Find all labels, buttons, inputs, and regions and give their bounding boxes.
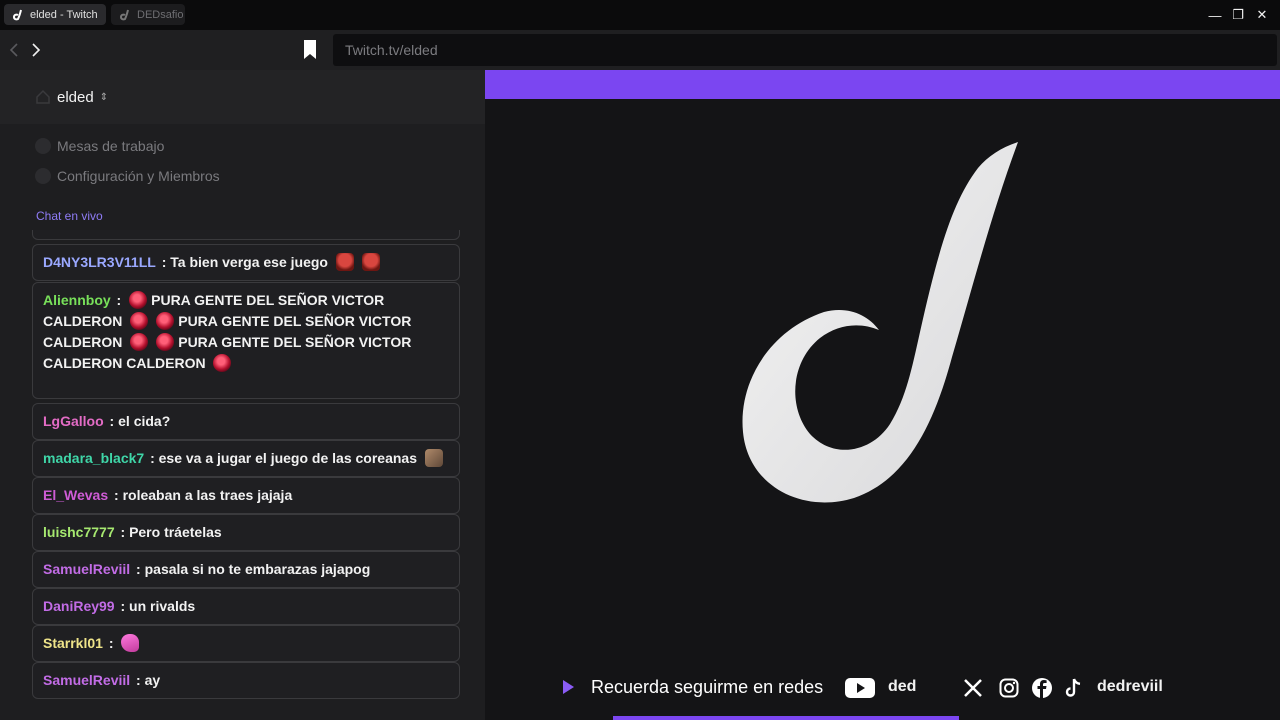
- tab-dedsafio[interactable]: DEDsafio: [111, 4, 185, 25]
- chat-message[interactable]: Starrkl01 :: [32, 625, 460, 662]
- footer-text: Recuerda seguirme en redes: [591, 677, 824, 697]
- navigation-bar: Twitch.tv/elded: [0, 30, 1280, 70]
- chat-text: ay: [144, 672, 161, 688]
- ded-logo-icon: [119, 9, 129, 20]
- image-emote-icon: [424, 449, 443, 467]
- chat-message[interactable]: SamuelReviil : pasala si no te embarazas…: [32, 551, 460, 588]
- restore-icon: ❐: [1232, 7, 1244, 22]
- sidebar: elded ⇕ Mesas de trabajo Configuración y…: [0, 70, 485, 720]
- title-bar: elded - Twitch DEDsafio — ❐ ✕: [0, 0, 1280, 30]
- menu-item-configuracion[interactable]: Configuración y Miembros: [35, 168, 220, 184]
- table-icon: [35, 138, 51, 154]
- chat-message[interactable]: SamuelReviil : ay: [32, 662, 460, 699]
- pink-emote-icon: [121, 634, 140, 652]
- play-icon: [563, 680, 574, 694]
- chat-text: pasala si no te embarazas jajapog: [144, 561, 371, 577]
- emote-icon: [361, 253, 380, 271]
- forward-button[interactable]: [26, 40, 46, 60]
- menu-item-label: Configuración y Miembros: [57, 168, 220, 184]
- menu-item-mesas[interactable]: Mesas de trabajo: [35, 138, 164, 154]
- chat-text: ese va a jugar el juego de las coreanas: [158, 450, 417, 466]
- stream-footer: Recuerda seguirme en redes ded dedreviil: [485, 670, 1280, 704]
- menu-item-label: Mesas de trabajo: [57, 138, 165, 154]
- gem-emote-icon: [130, 333, 149, 351]
- tab-label: DEDsafio: [137, 8, 184, 21]
- chat-list[interactable]: D4NY3LR3V11LL : Ta bien verga ese juego …: [32, 230, 460, 720]
- url-text: Twitch.tv/elded: [345, 42, 438, 58]
- workspace-switcher[interactable]: elded ⇕: [0, 70, 485, 124]
- gem-emote-icon: [156, 333, 175, 351]
- stream-top-bar: [485, 70, 1280, 99]
- chat-text: un rivalds: [129, 598, 196, 614]
- gem-emote-icon: [129, 291, 148, 309]
- chat-text: el cida?: [118, 413, 171, 429]
- minimize-icon: —: [1208, 7, 1222, 23]
- chat-text: roleaban a las traes jajaja: [122, 487, 293, 503]
- chat-username[interactable]: DaniRey99: [43, 598, 115, 614]
- workspace-name: elded: [57, 88, 94, 106]
- chat-text: CALDERON: [126, 355, 206, 371]
- stream-video[interactable]: Recuerda seguirme en redes ded dedreviil: [485, 70, 1280, 720]
- chat-message[interactable]: LgGalloo : el cida?: [32, 403, 460, 440]
- instagram-icon: [999, 678, 1019, 698]
- chat-message[interactable]: madara_black7 : ese va a jugar el juego …: [32, 440, 460, 477]
- chat-username[interactable]: El_Wevas: [43, 487, 108, 503]
- tab-label: elded - Twitch: [30, 8, 98, 21]
- chat-username[interactable]: madara_black7: [43, 450, 144, 466]
- chat-text: Pero tráetelas: [129, 524, 222, 540]
- chat-message[interactable]: D4NY3LR3V11LL : Ta bien verga ese juego: [32, 244, 460, 281]
- list-item: [32, 230, 460, 240]
- home-icon: [36, 89, 50, 104]
- chat-username[interactable]: SamuelReviil: [43, 561, 130, 577]
- address-bar[interactable]: Twitch.tv/elded: [333, 34, 1277, 66]
- facebook-icon: [1032, 678, 1052, 698]
- chat-message[interactable]: luishc7777 : Pero tráetelas: [32, 514, 460, 551]
- ded-logo-icon: [12, 9, 22, 20]
- stream-progress-bar: [613, 716, 959, 720]
- chat-username[interactable]: D4NY3LR3V11LL: [43, 254, 156, 270]
- tiktok-icon: [1065, 678, 1083, 698]
- chat-username[interactable]: LgGalloo: [43, 413, 104, 429]
- chat-username[interactable]: Aliennboy: [43, 292, 111, 308]
- emote-icon: [335, 253, 354, 271]
- minimize-button[interactable]: —: [1204, 4, 1226, 26]
- chevron-left-icon: [9, 43, 18, 57]
- restore-button[interactable]: ❐: [1227, 4, 1249, 26]
- tab-elded-twitch[interactable]: elded - Twitch: [4, 4, 106, 25]
- chevron-right-icon: [32, 43, 41, 57]
- back-button[interactable]: [4, 40, 24, 60]
- x-icon: [963, 678, 983, 698]
- chat-text: Ta bien verga ese juego: [170, 254, 328, 270]
- ded-logo-icon: [742, 142, 1018, 503]
- gear-icon: [35, 168, 51, 184]
- gem-emote-icon: [130, 312, 149, 330]
- chat-username[interactable]: SamuelReviil: [43, 672, 130, 688]
- chat-message[interactable]: El_Wevas : roleaban a las traes jajaja: [32, 477, 460, 514]
- chat-section-label: Chat en vivo: [36, 209, 103, 223]
- close-icon: ✕: [1256, 7, 1268, 22]
- gem-emote-icon: [213, 354, 232, 372]
- chat-username[interactable]: luishc7777: [43, 524, 115, 540]
- bookmark-icon[interactable]: [302, 39, 318, 61]
- youtube-handle: ded: [888, 678, 917, 695]
- gem-emote-icon: [156, 312, 175, 330]
- social-handle: dedreviil: [1097, 678, 1163, 695]
- chat-message[interactable]: Aliennboy : PURA GENTE DEL SEÑOR VICTOR …: [32, 282, 460, 399]
- chevron-updown-icon: ⇕: [99, 91, 109, 103]
- chat-message[interactable]: DaniRey99 : un rivalds: [32, 588, 460, 625]
- chat-username[interactable]: Starrkl01: [43, 635, 103, 651]
- close-button[interactable]: ✕: [1251, 4, 1273, 26]
- youtube-icon: [845, 678, 875, 698]
